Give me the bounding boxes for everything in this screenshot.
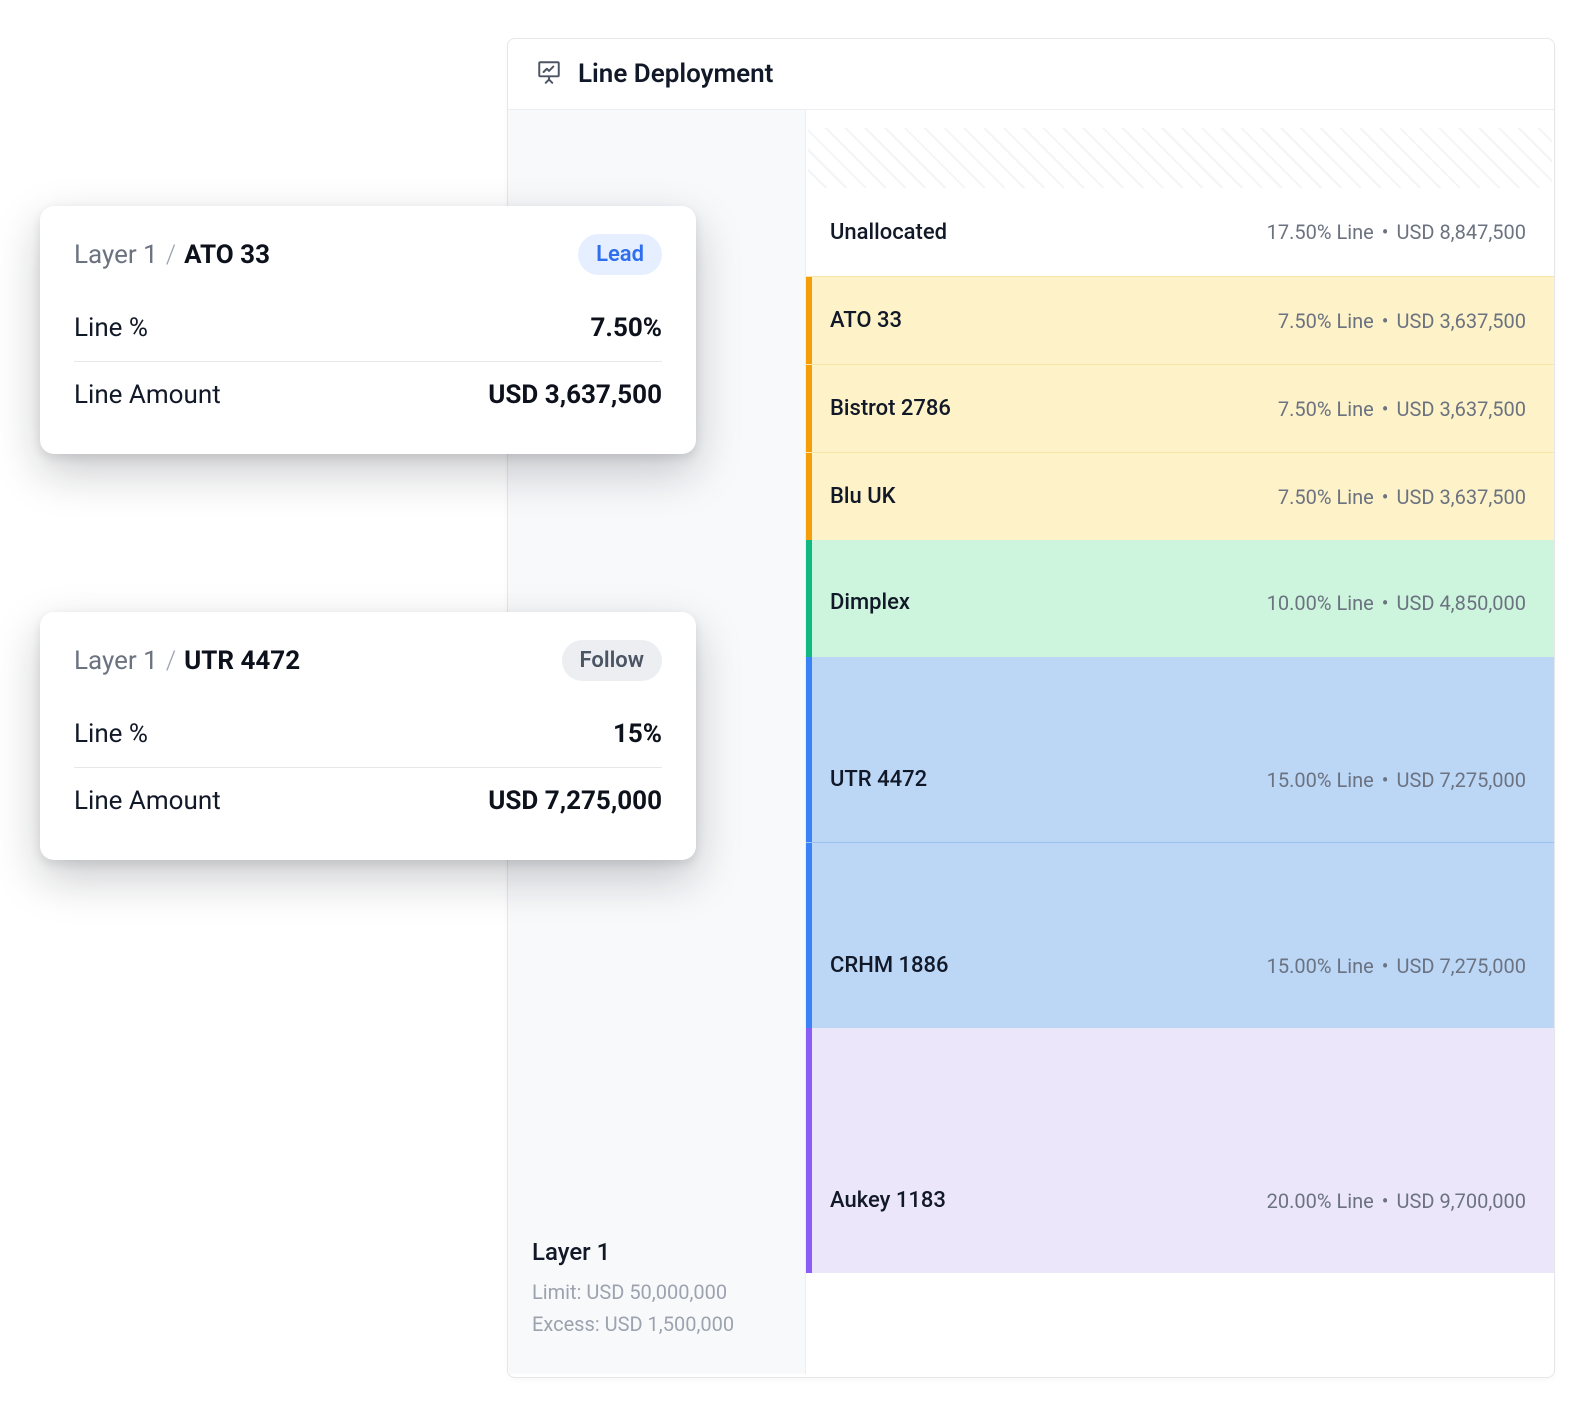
status-badge-follow: Follow (562, 640, 662, 681)
allocation-row[interactable]: Aukey 1183 20.00% Line•USD 9,700,000 (806, 1028, 1554, 1273)
line-pct-value: 7.50% (590, 313, 662, 343)
breadcrumb: Layer 1 / UTR 4472 (74, 646, 300, 676)
layer-name: Layer 1 (532, 1238, 781, 1266)
layer-limit: Limit: USD 50,000,000 (532, 1276, 781, 1308)
allocation-name: UTR 4472 (830, 767, 927, 792)
allocation-row[interactable]: ATO 33 7.50% Line•USD 3,637,500 (806, 276, 1554, 364)
allocation-stats: 7.50% Line•USD 3,637,500 (1278, 485, 1526, 509)
allocation-name: Dimplex (830, 590, 910, 615)
line-detail-card[interactable]: Layer 1 / UTR 4472 Follow Line % 15% Lin… (40, 612, 696, 860)
breadcrumb: Layer 1 / ATO 33 (74, 240, 270, 270)
allocation-row[interactable]: Bistrot 2786 7.50% Line•USD 3,637,500 (806, 364, 1554, 452)
divider (74, 767, 662, 768)
allocation-stats: 10.00% Line•USD 4,850,000 (1267, 591, 1526, 615)
color-stripe (806, 277, 812, 364)
unallocated-hatch (808, 128, 1552, 188)
allocation-stats: 7.50% Line•USD 3,637,500 (1278, 309, 1526, 333)
allocation-stats: 15.00% Line•USD 7,275,000 (1267, 954, 1526, 978)
color-stripe (806, 453, 812, 540)
color-stripe (806, 365, 812, 452)
allocation-row[interactable]: Dimplex 10.00% Line•USD 4,850,000 (806, 540, 1554, 657)
layer-excess: Excess: USD 1,500,000 (532, 1308, 781, 1340)
allocation-name: ATO 33 (830, 308, 902, 333)
line-detail-card[interactable]: Layer 1 / ATO 33 Lead Line % 7.50% Line … (40, 206, 696, 454)
line-pct-value: 15% (613, 719, 662, 749)
color-stripe (806, 657, 812, 842)
line-pct-label: Line % (74, 719, 148, 749)
allocation-stats: 7.50% Line•USD 3,637,500 (1278, 397, 1526, 421)
allocation-name: Aukey 1183 (830, 1188, 946, 1213)
line-amount-label: Line Amount (74, 380, 221, 410)
presentation-chart-icon (536, 59, 562, 89)
panel-header: Line Deployment (508, 39, 1554, 110)
color-stripe (806, 843, 812, 1028)
divider (74, 361, 662, 362)
line-amount-value: USD 3,637,500 (488, 380, 662, 410)
allocation-row-unallocated[interactable]: Unallocated 17.50% Line•USD 8,847,500 (806, 188, 1554, 276)
status-badge-lead: Lead (578, 234, 662, 275)
line-pct-label: Line % (74, 313, 148, 343)
allocation-row[interactable]: UTR 4472 15.00% Line•USD 7,275,000 (806, 657, 1554, 842)
allocation-name: Blu UK (830, 484, 896, 509)
color-stripe (806, 1028, 812, 1273)
color-stripe (806, 540, 812, 657)
line-amount-value: USD 7,275,000 (488, 786, 662, 816)
allocation-row[interactable]: Blu UK 7.50% Line•USD 3,637,500 (806, 452, 1554, 540)
allocation-name: CRHM 1886 (830, 953, 949, 978)
panel-title: Line Deployment (578, 59, 773, 89)
allocation-stats: 15.00% Line•USD 7,275,000 (1267, 768, 1526, 792)
allocation-stats: 20.00% Line•USD 9,700,000 (1267, 1189, 1526, 1213)
allocation-name: Unallocated (830, 220, 947, 245)
allocation-name: Bistrot 2786 (830, 396, 951, 421)
line-amount-label: Line Amount (74, 786, 221, 816)
allocation-list: Unallocated 17.50% Line•USD 8,847,500 AT… (806, 110, 1554, 1374)
allocation-row[interactable]: CRHM 1886 15.00% Line•USD 7,275,000 (806, 842, 1554, 1028)
allocation-stats: 17.50% Line•USD 8,847,500 (1267, 220, 1526, 244)
